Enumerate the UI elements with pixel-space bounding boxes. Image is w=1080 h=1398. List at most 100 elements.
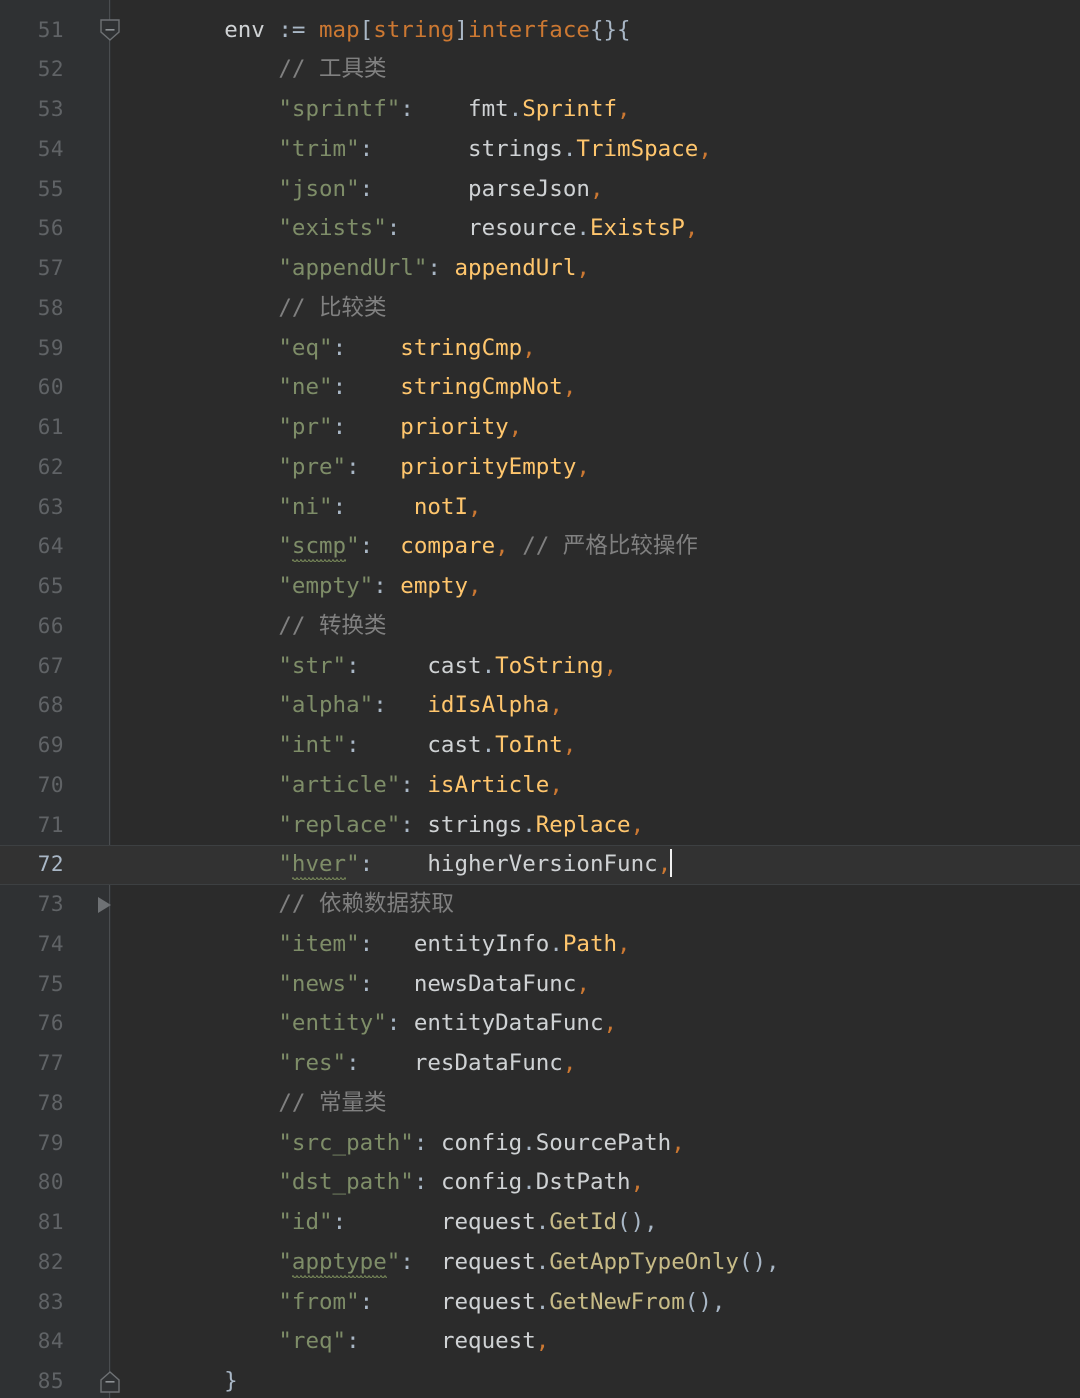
code-token: "item"	[278, 931, 359, 957]
code-text[interactable]: "id": request.GetId(),	[170, 1203, 658, 1243]
code-token: "appendUrl"	[278, 255, 427, 281]
code-line[interactable]: 62 "pre": priorityEmpty,	[0, 448, 1080, 488]
code-line[interactable]: 52 // 工具类	[0, 50, 1080, 90]
code-token: // 依赖数据获取	[170, 891, 454, 917]
code-line[interactable]: 68 "alpha": idIsAlpha,	[0, 686, 1080, 726]
code-text[interactable]: "int": cast.ToInt,	[170, 726, 576, 766]
code-token: SourcePath	[536, 1130, 671, 1156]
code-line[interactable]: 54 "trim": strings.TrimSpace,	[0, 130, 1080, 170]
code-token: "req"	[278, 1328, 346, 1354]
code-token: DstPath	[536, 1169, 631, 1195]
code-text[interactable]: "dst_path": config.DstPath,	[170, 1163, 644, 1203]
code-text[interactable]: "pr": priority,	[170, 408, 522, 448]
code-line[interactable]: 74 "item": entityInfo.Path,	[0, 925, 1080, 965]
code-token: resource	[468, 215, 576, 241]
code-text[interactable]: "json": parseJson,	[170, 170, 604, 210]
code-line[interactable]: 77 "res": resDataFunc,	[0, 1044, 1080, 1084]
code-text[interactable]: // 工具类	[170, 50, 387, 90]
code-line[interactable]: 51 env := map[string]interface{}{	[0, 11, 1080, 51]
code-text[interactable]: "req": request,	[170, 1322, 549, 1362]
code-text[interactable]: "ni": notI,	[170, 488, 482, 528]
code-line[interactable]: 53 "sprintf": fmt.Sprintf,	[0, 90, 1080, 130]
code-token	[170, 573, 278, 599]
code-line[interactable]: 80 "dst_path": config.DstPath,	[0, 1163, 1080, 1203]
code-line[interactable]: 59 "eq": stringCmp,	[0, 329, 1080, 369]
code-text[interactable]: "alpha": idIsAlpha,	[170, 686, 563, 726]
code-line[interactable]: 81 "id": request.GetId(),	[0, 1203, 1080, 1243]
code-text[interactable]: }	[170, 1362, 238, 1398]
code-line[interactable]: 58 // 比较类	[0, 289, 1080, 329]
code-text[interactable]: "str": cast.ToString,	[170, 647, 617, 687]
code-text[interactable]: "article": isArticle,	[170, 766, 563, 806]
code-text[interactable]: "scmp": compare, // 严格比较操作	[170, 527, 698, 567]
code-token: resDataFunc	[414, 1050, 563, 1076]
code-line[interactable]: 57 "appendUrl": appendUrl,	[0, 249, 1080, 289]
code-text[interactable]: // 依赖数据获取	[170, 885, 454, 925]
code-line[interactable]: 84 "req": request,	[0, 1322, 1080, 1362]
fold-collapse-end-icon[interactable]	[98, 1369, 122, 1395]
code-line[interactable]: 83 "from": request.GetNewFrom(),	[0, 1283, 1080, 1323]
code-line[interactable]: 82 "apptype": request.GetAppTypeOnly(),	[0, 1243, 1080, 1283]
code-token: cast	[427, 653, 481, 679]
line-number: 76	[0, 1004, 64, 1044]
code-text[interactable]: "sprintf": fmt.Sprintf,	[170, 90, 631, 130]
line-number: 73	[0, 885, 64, 925]
code-line[interactable]: 71 "replace": strings.Replace,	[0, 806, 1080, 846]
code-text[interactable]: "trim": strings.TrimSpace,	[170, 130, 712, 170]
code-line-current[interactable]: 72 "hver": higherVersionFunc,	[0, 845, 1080, 885]
code-token: fmt	[468, 96, 509, 122]
code-text[interactable]: "res": resDataFunc,	[170, 1044, 576, 1084]
code-text[interactable]: // 比较类	[170, 289, 387, 329]
code-token: GetNewFrom	[549, 1289, 684, 1315]
code-token: .	[522, 1130, 536, 1156]
code-text[interactable]: env := map[string]interface{}{	[170, 11, 631, 51]
code-line[interactable]: 75 "news": newsDataFunc,	[0, 965, 1080, 1005]
code-text[interactable]: "item": entityInfo.Path,	[170, 925, 631, 965]
code-line[interactable]: 65 "empty": empty,	[0, 567, 1080, 607]
code-line[interactable]: 55 "json": parseJson,	[0, 170, 1080, 210]
line-number: 59	[0, 329, 64, 369]
run-gutter-icon[interactable]	[94, 893, 116, 917]
code-line[interactable]: 67 "str": cast.ToString,	[0, 647, 1080, 687]
code-text[interactable]: "entity": entityDataFunc,	[170, 1004, 617, 1044]
code-token: :	[360, 1289, 441, 1315]
code-text[interactable]: "eq": stringCmp,	[170, 329, 536, 369]
code-line[interactable]: 56 "exists": resource.ExistsP,	[0, 209, 1080, 249]
code-text[interactable]: "news": newsDataFunc,	[170, 965, 590, 1005]
code-text[interactable]: // 常量类	[170, 1084, 387, 1124]
code-text[interactable]: "appendUrl": appendUrl,	[170, 249, 590, 289]
code-text[interactable]: "ne": stringCmpNot,	[170, 368, 576, 408]
code-line[interactable]: 64 "scmp": compare, // 严格比较操作	[0, 527, 1080, 567]
code-line[interactable]: 79 "src_path": config.SourcePath,	[0, 1124, 1080, 1164]
code-line[interactable]: 63 "ni": notI,	[0, 488, 1080, 528]
code-text[interactable]: // 转换类	[170, 607, 387, 647]
code-line[interactable]: 76 "entity": entityDataFunc,	[0, 1004, 1080, 1044]
code-text[interactable]: "apptype": request.GetAppTypeOnly(),	[170, 1243, 780, 1283]
code-token: :	[346, 1328, 441, 1354]
code-token: ]	[454, 17, 468, 43]
code-line[interactable]: 69 "int": cast.ToInt,	[0, 726, 1080, 766]
code-line[interactable]: 85 }	[0, 1362, 1080, 1398]
code-lines[interactable]: 51 env := map[string]interface{}{52 // 工…	[0, 11, 1080, 1398]
code-token	[170, 374, 278, 400]
fold-collapse-start-icon[interactable]	[98, 17, 122, 43]
code-text[interactable]: "pre": priorityEmpty,	[170, 448, 590, 488]
code-text[interactable]: "exists": resource.ExistsP,	[170, 209, 698, 249]
typo-token: hver	[292, 851, 346, 880]
code-text[interactable]: "from": request.GetNewFrom(),	[170, 1283, 725, 1323]
code-text[interactable]: "src_path": config.SourcePath,	[170, 1124, 685, 1164]
code-text[interactable]: "replace": strings.Replace,	[170, 806, 644, 846]
code-line[interactable]: 61 "pr": priority,	[0, 408, 1080, 448]
code-line[interactable]: 70 "article": isArticle,	[0, 766, 1080, 806]
code-token: :	[373, 692, 427, 718]
code-text[interactable]: "hver": higherVersionFunc,	[170, 845, 672, 885]
code-line[interactable]: 66 // 转换类	[0, 607, 1080, 647]
code-token: :	[387, 1010, 414, 1036]
code-text[interactable]: "empty": empty,	[170, 567, 482, 607]
code-line[interactable]: 73 // 依赖数据获取	[0, 885, 1080, 925]
code-token: :	[400, 1249, 441, 1275]
code-line[interactable]: 60 "ne": stringCmpNot,	[0, 368, 1080, 408]
code-editor[interactable]: 51 env := map[string]interface{}{52 // 工…	[0, 0, 1080, 1398]
code-line[interactable]: 78 // 常量类	[0, 1084, 1080, 1124]
code-token: "	[278, 851, 292, 877]
